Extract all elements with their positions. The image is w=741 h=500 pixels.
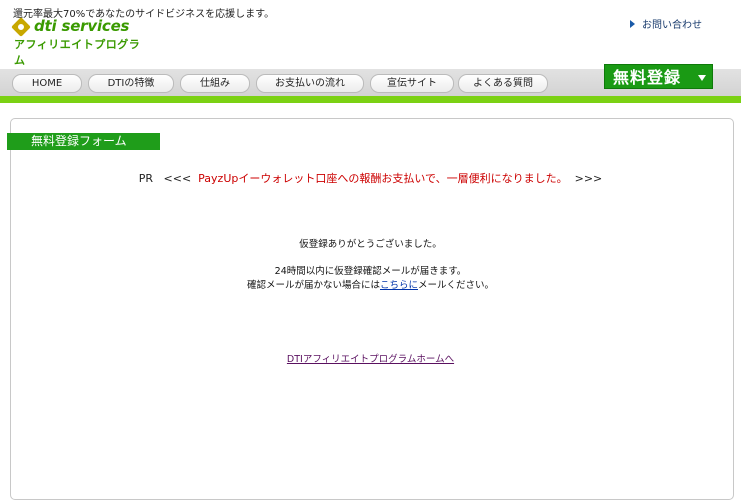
panel-title: 無料登録フォーム [7, 133, 160, 150]
logo-text: dti services [34, 17, 130, 35]
pr-open-marks: <<< [163, 172, 192, 185]
nav-item-home[interactable]: HOME [12, 74, 82, 93]
logo-subtitle: アフィリエイトプログラム [14, 38, 141, 67]
pr-link[interactable]: PayzUpイーウォレット口座への報酬お支払いで、一層便利になりました。 [198, 172, 567, 185]
free-signup-label: 無料登録 [613, 68, 682, 87]
notice-line-2: 確認メールが届かない場合にはこちらにメールください。 [0, 277, 741, 291]
nav-item-features[interactable]: DTIの特徴 [88, 74, 174, 93]
nav-item-promo-sites[interactable]: 宣伝サイト [370, 74, 454, 93]
notice-line-1: 24時間以内に仮登録確認メールが届きます。 [274, 266, 467, 277]
thanks-message: 仮登録ありがとうございました。 [299, 239, 442, 250]
contact-label[interactable]: お問い合わせ [642, 20, 702, 31]
triangle-right-icon [630, 20, 635, 28]
nav-item-mechanism[interactable]: 仕組み [180, 74, 250, 93]
nav-item-payment-flow[interactable]: お支払いの流れ [256, 74, 364, 93]
chevron-down-icon [698, 75, 706, 81]
notice-after: メールください。 [418, 280, 495, 291]
home-link[interactable]: DTIアフィリエイトプログラムホームへ [287, 354, 454, 365]
contact-here-link[interactable]: こちらに [380, 280, 418, 291]
accent-bar [0, 96, 741, 103]
notice-before: 確認メールが届かない場合には [246, 280, 380, 291]
logo-diamond-icon [11, 17, 31, 37]
home-link-row: DTIアフィリエイトプログラムホームへ [0, 351, 741, 365]
pr-close-marks: >>> [574, 172, 603, 185]
site-logo[interactable]: dti services アフィリエイトプログラム [11, 17, 144, 67]
nav-item-faq[interactable]: よくある質問 [458, 74, 548, 93]
free-signup-button[interactable]: 無料登録 [604, 64, 713, 89]
pr-banner: PR <<< PayzUpイーウォレット口座への報酬お支払いで、一層便利になりま… [0, 170, 741, 186]
contact-link[interactable]: お問い合わせ [630, 16, 702, 31]
pr-label: PR [138, 172, 154, 185]
